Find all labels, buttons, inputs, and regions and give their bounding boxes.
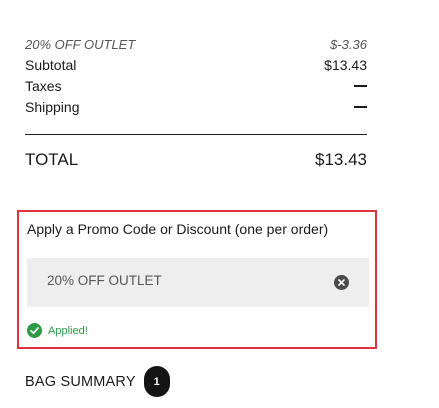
total-row: TOTAL $13.43 <box>25 149 367 171</box>
close-circle-icon[interactable] <box>334 275 349 290</box>
shipping-value <box>354 106 367 108</box>
bag-count-badge: 1 <box>143 366 170 397</box>
bag-summary-header[interactable]: BAG SUMMARY 1 <box>25 366 170 397</box>
discount-row: 20% OFF OUTLET $-3.36 <box>25 35 367 53</box>
subtotal-value: $13.43 <box>324 57 367 73</box>
taxes-value <box>354 85 367 87</box>
check-circle-icon <box>27 323 42 338</box>
promo-code-field[interactable]: 20% OFF OUTLET <box>27 258 369 307</box>
summary-divider <box>25 134 367 135</box>
promo-status-text: Applied! <box>48 324 88 337</box>
discount-label: 20% OFF OUTLET <box>25 36 136 52</box>
shipping-row: Shipping <box>25 98 367 116</box>
promo-status: Applied! <box>27 323 88 338</box>
taxes-row: Taxes <box>25 77 367 95</box>
subtotal-label: Subtotal <box>25 57 77 73</box>
bag-summary-title: BAG SUMMARY <box>25 373 136 390</box>
promo-code-value[interactable]: 20% OFF OUTLET <box>47 273 162 288</box>
total-value: $13.43 <box>315 150 367 169</box>
subtotal-row: Subtotal $13.43 <box>25 56 367 74</box>
taxes-label: Taxes <box>25 78 62 94</box>
total-label: TOTAL <box>25 150 79 169</box>
promo-title: Apply a Promo Code or Discount (one per … <box>27 221 329 237</box>
promo-code-section: Apply a Promo Code or Discount (one per … <box>17 210 377 349</box>
discount-value: $-3.36 <box>330 36 367 52</box>
shipping-label: Shipping <box>25 99 80 115</box>
